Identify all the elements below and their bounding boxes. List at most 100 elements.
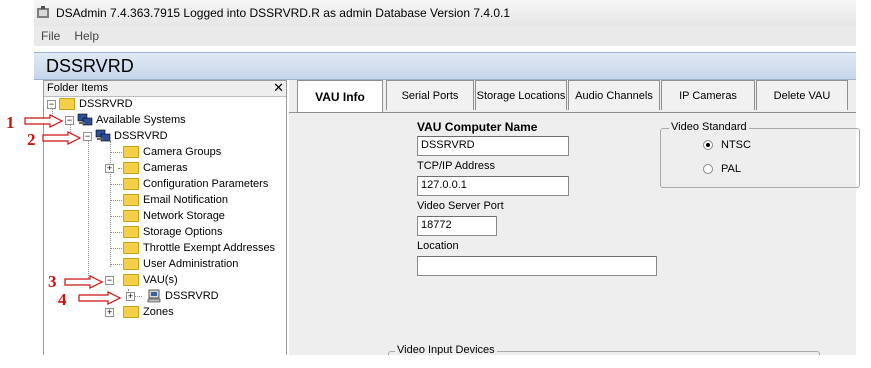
tab-storage-locations[interactable]: Storage Locations: [475, 80, 567, 110]
tree-item-user-administration[interactable]: User Administration: [123, 256, 238, 272]
arrow-icon: [24, 114, 64, 128]
tree-item-label: Throttle Exempt Addresses: [143, 242, 276, 254]
tree-item-vaus[interactable]: − VAU(s): [105, 272, 178, 288]
marker-3: 3: [48, 272, 57, 291]
collapse-icon[interactable]: −: [105, 275, 114, 285]
window-title: DSAdmin 7.4.363.7915 Logged into DSSRVRD…: [56, 6, 511, 20]
tree-item-label: Cameras: [143, 162, 188, 174]
folder-icon: [123, 242, 139, 254]
tree-connector: [110, 248, 122, 249]
tree-connector: [110, 264, 122, 265]
tab-delete-vau[interactable]: Delete VAU: [756, 80, 848, 110]
app-icon: [37, 6, 49, 18]
folder-tree-header: Folder Items ✕: [44, 81, 286, 97]
location-label: Location: [417, 240, 459, 252]
tree-item-throttle-exempt-addresses[interactable]: Throttle Exempt Addresses: [123, 240, 275, 256]
location-field[interactable]: [417, 256, 657, 276]
tree-item-label: DSSRVRD: [165, 290, 219, 302]
tree-item-root[interactable]: − DSSRVRD: [47, 96, 133, 112]
tree-item-available-systems[interactable]: − Available Systems: [65, 112, 186, 128]
folder-icon: [123, 306, 139, 318]
tcpip-label: TCP/IP Address: [417, 160, 496, 172]
tree-item-zones[interactable]: + Zones: [105, 304, 174, 320]
folder-icon: [123, 162, 139, 174]
folder-icon: [123, 146, 139, 158]
page-header: DSSRVRD: [34, 52, 856, 80]
radio-pal[interactable]: PAL: [703, 163, 741, 175]
tree-item-label: Available Systems: [96, 114, 186, 126]
expand-icon[interactable]: +: [105, 307, 114, 317]
arrow-icon: [78, 291, 122, 305]
radio-ntsc[interactable]: NTSC: [703, 139, 751, 151]
tcpip-field[interactable]: 127.0.0.1: [417, 176, 569, 196]
radio-empty-icon[interactable]: [703, 164, 713, 174]
folder-icon: [123, 258, 139, 270]
marker-2: 2: [27, 130, 36, 149]
tab-vau-info[interactable]: VAU Info: [297, 80, 383, 113]
vau-info-panel: VAU Computer Name DSSRVRD TCP/IP Address…: [289, 112, 860, 361]
tree-item-network-storage[interactable]: Network Storage: [123, 208, 225, 224]
page-title: DSSRVRD: [46, 56, 134, 76]
folder-icon: [123, 178, 139, 190]
tree-item-label: Email Notification: [143, 194, 228, 206]
tree-item-label: User Administration: [143, 258, 239, 270]
tree-item-system[interactable]: − DSSRVRD: [83, 128, 168, 144]
port-label: Video Server Port: [417, 200, 504, 212]
port-field[interactable]: 18772: [417, 216, 497, 236]
video-standard-group: Video Standard NTSC PAL: [660, 121, 860, 188]
marker-4: 4: [58, 290, 67, 309]
collapse-icon[interactable]: −: [47, 99, 56, 109]
tree-item-label: VAU(s): [143, 274, 178, 286]
tab-serial-ports[interactable]: Serial Ports: [386, 80, 474, 110]
video-standard-title: Video Standard: [669, 121, 749, 133]
tree-item-cameras[interactable]: + Cameras: [105, 160, 188, 176]
tree-item-label: DSSRVRD: [114, 130, 168, 142]
tree-connector: [110, 200, 122, 201]
marker-1: 1: [6, 113, 15, 132]
tree-connector: [88, 141, 89, 284]
tree-connector: [110, 184, 122, 185]
tree-item-camera-groups[interactable]: Camera Groups: [123, 144, 221, 160]
bottom-strip: [34, 355, 856, 368]
arrow-icon: [64, 275, 104, 289]
folder-icon: [59, 98, 75, 110]
tree-item-vau-dssrvrd[interactable]: + DSSRVRD: [126, 288, 219, 304]
menu-file[interactable]: File: [34, 29, 67, 43]
folder-icon: [123, 210, 139, 222]
tree-connector: [110, 232, 122, 233]
tree-item-label: Zones: [143, 306, 174, 318]
tree-item-label: DSSRVRD: [79, 98, 133, 110]
menu-help[interactable]: Help: [67, 29, 106, 43]
folder-icon: [123, 274, 139, 286]
tree-item-label: Configuration Parameters: [143, 178, 269, 190]
folder-tree-title: Folder Items: [47, 82, 109, 94]
tree-item-storage-options[interactable]: Storage Options: [123, 224, 223, 240]
tree-connector: [110, 152, 122, 153]
tree-item-label: Storage Options: [143, 226, 223, 238]
collapse-icon[interactable]: −: [83, 131, 92, 141]
radio-label: NTSC: [721, 139, 751, 151]
folder-icon: [123, 194, 139, 206]
tree-item-configuration-parameters[interactable]: Configuration Parameters: [123, 176, 268, 192]
server-icon: [95, 129, 111, 142]
expand-icon[interactable]: +: [126, 291, 135, 301]
menu-bar: File Help: [34, 26, 856, 46]
folder-tree-panel: Folder Items ✕ − DSSRVRD − Available Sys…: [43, 80, 287, 357]
network-icon: [77, 113, 93, 126]
tree-item-label: Camera Groups: [143, 146, 222, 158]
tree-item-label: Network Storage: [143, 210, 225, 222]
folder-icon: [123, 226, 139, 238]
computer-name-label: VAU Computer Name: [417, 120, 538, 134]
computer-icon: [147, 289, 161, 303]
radio-selected-icon[interactable]: [703, 140, 713, 150]
close-icon[interactable]: ✕: [273, 81, 284, 95]
collapse-icon[interactable]: −: [65, 115, 74, 125]
tree-connector: [110, 216, 122, 217]
tab-ip-cameras[interactable]: IP Cameras: [661, 80, 755, 110]
tree-item-email-notification[interactable]: Email Notification: [123, 192, 228, 208]
computer-name-field[interactable]: DSSRVRD: [417, 136, 569, 156]
expand-icon[interactable]: +: [105, 163, 114, 173]
radio-label: PAL: [721, 163, 741, 175]
arrow-icon: [42, 131, 82, 145]
tab-audio-channels[interactable]: Audio Channels: [568, 80, 660, 110]
